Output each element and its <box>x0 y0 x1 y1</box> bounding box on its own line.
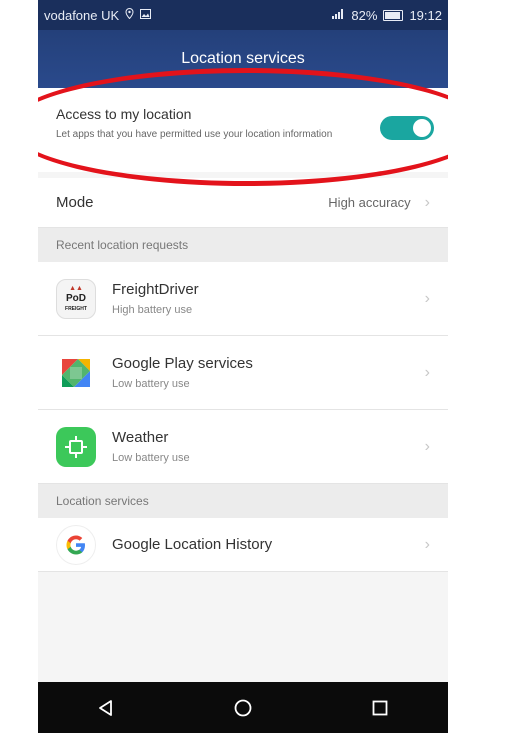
freightdriver-icon: ▲▲ PoD FREIGHT <box>56 278 96 319</box>
toggle-knob <box>413 119 431 137</box>
mode-label: Mode <box>56 194 94 211</box>
weather-icon <box>56 426 96 467</box>
app-row-weather[interactable]: Weather Low battery use › <box>38 410 448 484</box>
recents-square-icon <box>372 700 388 715</box>
mode-value: High accuracy <box>328 195 411 210</box>
chevron-right-icon: › <box>424 363 430 381</box>
section-header-services: Location services <box>38 484 448 518</box>
app-battery-usage: Low battery use <box>112 452 190 464</box>
empty-area <box>38 572 448 682</box>
google-play-services-icon <box>56 352 96 393</box>
access-location-description: Let apps that you have permitted use you… <box>56 129 333 140</box>
freightdriver-icon-label: PoD <box>66 292 86 304</box>
carrier-name: vodafone UK <box>44 7 120 23</box>
freightdriver-icon-sublabel: FREIGHT <box>65 305 87 312</box>
home-circle-icon <box>234 699 252 716</box>
app-row-google-play-services[interactable]: Google Play services Low battery use › <box>38 336 448 410</box>
title-bar: Location services <box>38 30 448 88</box>
phone-screen: vodafone UK 82% 19:12 Location services … <box>38 0 448 733</box>
service-name: Google Location History <box>112 536 273 553</box>
google-icon <box>56 524 96 565</box>
chevron-right-icon: › <box>424 289 430 307</box>
app-name: Google Play services <box>112 355 253 372</box>
app-name: Weather <box>112 429 169 446</box>
app-battery-usage: High battery use <box>112 304 193 316</box>
chevron-right-icon: › <box>424 437 430 455</box>
status-bar: vodafone UK 82% 19:12 <box>38 0 448 30</box>
service-row-google-location-history[interactable]: Google Location History › <box>38 518 448 572</box>
app-row-freightdriver[interactable]: ▲▲ PoD FREIGHT FreightDriver High batter… <box>38 262 448 336</box>
home-button[interactable] <box>223 688 263 728</box>
chevron-right-icon: › <box>424 193 430 211</box>
recents-button[interactable] <box>360 688 400 728</box>
access-location-toggle[interactable] <box>380 116 434 140</box>
section-header-recent: Recent location requests <box>38 228 448 262</box>
battery-icon <box>383 9 404 21</box>
app-name: FreightDriver <box>112 281 199 298</box>
access-location-row[interactable]: Access to my location Let apps that you … <box>38 88 448 172</box>
back-triangle-icon <box>99 699 113 716</box>
section-header-services-label: Location services <box>56 494 149 508</box>
signal-strength-icon <box>331 8 345 22</box>
clock: 19:12 <box>409 7 442 23</box>
app-battery-usage: Low battery use <box>112 378 190 390</box>
page-title: Location services <box>181 50 305 67</box>
chevron-right-icon: › <box>424 535 430 553</box>
back-button[interactable] <box>86 688 126 728</box>
navigation-bar <box>38 682 448 733</box>
mode-row[interactable]: Mode High accuracy › <box>38 178 448 228</box>
battery-percent: 82% <box>351 7 378 23</box>
image-notification-icon <box>140 8 152 22</box>
location-pin-icon <box>125 7 134 22</box>
section-header-recent-label: Recent location requests <box>56 238 189 252</box>
access-location-title: Access to my location <box>56 106 192 122</box>
